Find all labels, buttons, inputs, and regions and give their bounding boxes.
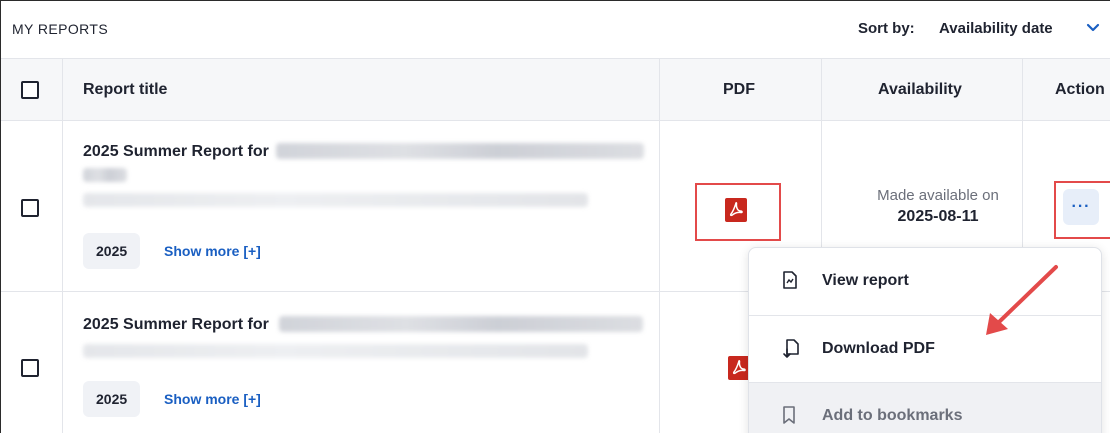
annotation-arrow [986,265,1058,335]
menu-item-label: View report [822,272,909,289]
menu-item-label: Download PDF [822,340,935,357]
download-pdf-icon [782,339,800,364]
year-tag: 2025 [83,381,141,417]
report-title[interactable]: 2025 Summer Report for [83,143,269,161]
redacted-text [276,143,644,159]
redacted-text [83,168,127,182]
row-checkbox[interactable] [21,199,39,217]
menu-item-add-bookmark[interactable]: Add to bookmarks [749,383,1101,433]
show-more-link[interactable]: Show more [+] [164,391,261,407]
redacted-subtitle [83,344,588,358]
reports-panel: MY REPORTS Sort by: Availability date Re… [0,0,1110,433]
table-header: Report title PDF Availability Action [1,59,1110,121]
report-title[interactable]: 2025 Summer Report for [83,316,269,334]
redacted-text [279,316,643,332]
row-checkbox[interactable] [21,359,39,377]
column-header-title: Report title [83,81,168,98]
availability-label: Made available on [877,187,999,204]
availability-date: 2025-08-11 [897,208,979,225]
column-header-action: Action [1055,81,1105,98]
menu-item-label: Add to bookmarks [822,407,963,424]
more-icon: ··· [1071,198,1091,215]
select-all-checkbox[interactable] [21,81,39,99]
document-icon [782,271,798,294]
show-more-link[interactable]: Show more [+] [164,243,261,259]
page-title: MY REPORTS [12,21,109,37]
bookmark-icon [782,406,796,429]
year-tag: 2025 [83,233,141,269]
redacted-subtitle [83,193,588,207]
reports-header: MY REPORTS Sort by: Availability date [1,1,1110,59]
column-header-availability: Availability [878,81,962,98]
column-header-pdf: PDF [723,81,755,98]
pdf-icon[interactable] [725,198,747,222]
sort-select[interactable]: Availability date [939,20,1053,37]
sort-label: Sort by: [858,20,915,37]
pdf-icon[interactable] [728,356,750,380]
more-actions-button[interactable]: ··· [1063,189,1099,225]
chevron-down-icon[interactable] [1086,21,1100,39]
